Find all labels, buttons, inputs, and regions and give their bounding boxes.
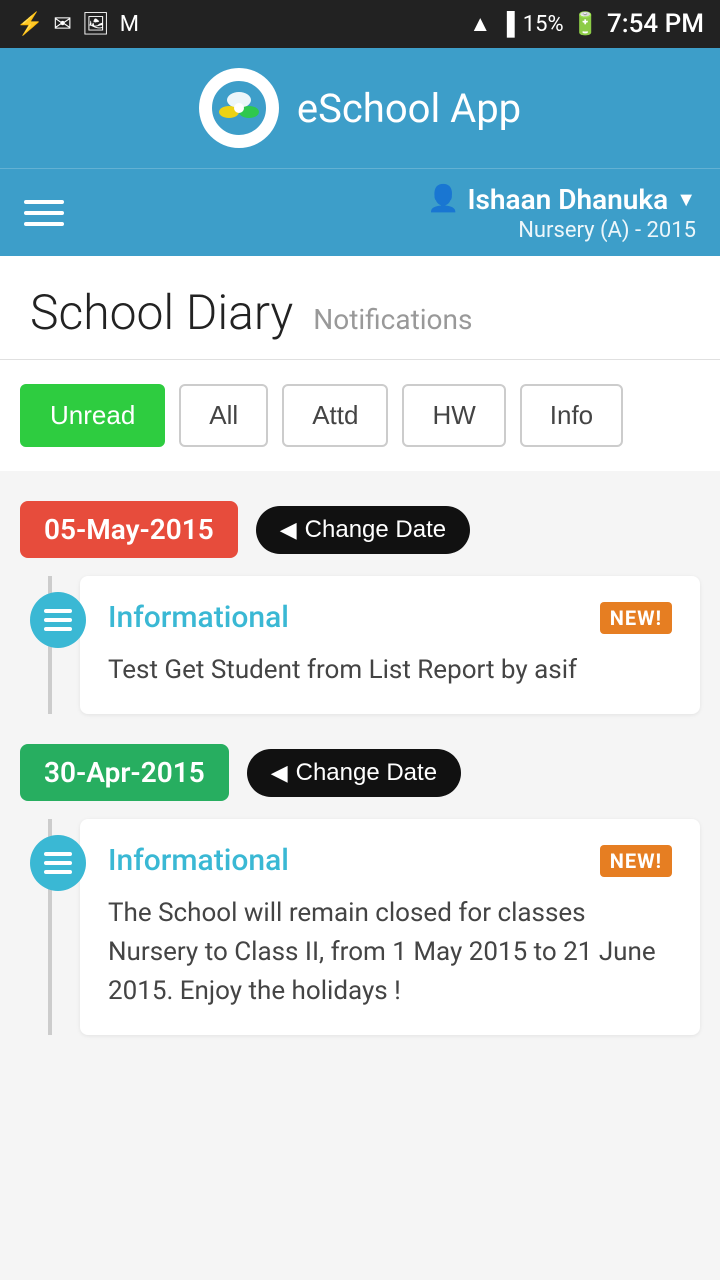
tab-all[interactable]: All	[179, 384, 268, 447]
new-badge-1: NEW!	[600, 602, 672, 634]
change-date-label-1: Change Date	[305, 516, 446, 544]
list-icon-1	[44, 609, 72, 631]
timeline-1: Informational NEW! Test Get Student from…	[20, 576, 700, 714]
user-info[interactable]: 👤 Ishaan Dhanuka ▼ Nursery (A) - 2015	[427, 183, 696, 243]
user-class-text: Nursery (A) - 2015	[427, 218, 696, 243]
user-avatar-icon: 👤	[427, 184, 459, 214]
date-badge-2: 30-Apr-2015	[20, 744, 229, 801]
timeline-icon-1	[30, 592, 86, 648]
signal-icon: ▐	[499, 11, 515, 37]
gmail-icon: M	[120, 12, 139, 37]
card-type-1: Informational	[108, 600, 289, 635]
status-icons-left: ⚡ ✉ 🖼 M	[16, 12, 139, 37]
new-badge-2: NEW!	[600, 845, 672, 877]
timeline-2: Informational NEW! The School will remai…	[20, 819, 700, 1035]
tab-info[interactable]: Info	[520, 384, 623, 447]
page-header: School Diary Notifications	[0, 256, 720, 360]
change-date-label-2: Change Date	[296, 759, 437, 787]
change-date-arrow-icon-2: ◀	[271, 760, 288, 786]
mail-icon: ✉	[53, 12, 71, 37]
change-date-btn-2[interactable]: ◀ Change Date	[247, 749, 461, 797]
diary-card-1: Informational NEW! Test Get Student from…	[80, 576, 700, 714]
page-subtitle: Notifications	[313, 303, 472, 336]
page-title: School Diary	[30, 284, 293, 341]
nav-bar: 👤 Ishaan Dhanuka ▼ Nursery (A) - 2015	[0, 168, 720, 256]
user-name-row: 👤 Ishaan Dhanuka ▼	[427, 183, 696, 216]
logo-icon	[209, 78, 269, 138]
change-date-arrow-icon-1: ◀	[280, 517, 297, 543]
timeline-icon-2	[30, 835, 86, 891]
wifi-icon: ▲	[469, 11, 491, 37]
filter-tabs: Unread All Attd HW Info	[0, 360, 720, 471]
app-header: eSchool App	[0, 48, 720, 168]
date-row-1: 05-May-2015 ◀ Change Date	[20, 501, 700, 558]
timeline-item-1: Informational NEW! Test Get Student from…	[80, 576, 700, 714]
battery-level: 15%	[523, 12, 564, 37]
date-row-2: 30-Apr-2015 ◀ Change Date	[20, 744, 700, 801]
hamburger-menu[interactable]	[24, 200, 64, 226]
content-area: 05-May-2015 ◀ Change Date Informational …	[0, 471, 720, 1085]
tab-hw[interactable]: HW	[402, 384, 505, 447]
card-header-2: Informational NEW!	[108, 843, 672, 878]
usb-icon: ⚡	[16, 12, 43, 37]
status-icons-right: ▲ ▐ 15% 🔋 7:54 PM	[469, 9, 704, 39]
battery-icon: 🔋	[572, 12, 599, 37]
card-header-1: Informational NEW!	[108, 600, 672, 635]
tab-attd[interactable]: Attd	[282, 384, 388, 447]
status-bar: ⚡ ✉ 🖼 M ▲ ▐ 15% 🔋 7:54 PM	[0, 0, 720, 48]
app-title: eSchool App	[297, 85, 521, 132]
image-icon: 🖼	[82, 12, 110, 37]
list-icon-2	[44, 852, 72, 874]
card-body-1: Test Get Student from List Report by asi…	[108, 651, 672, 690]
user-name-text: Ishaan Dhanuka	[467, 183, 668, 216]
tab-unread[interactable]: Unread	[20, 384, 165, 447]
card-type-2: Informational	[108, 843, 289, 878]
change-date-btn-1[interactable]: ◀ Change Date	[256, 506, 470, 554]
date-badge-1: 05-May-2015	[20, 501, 238, 558]
status-time: 7:54 PM	[607, 9, 704, 39]
card-body-2: The School will remain closed for classe…	[108, 894, 672, 1011]
timeline-item-2: Informational NEW! The School will remai…	[80, 819, 700, 1035]
app-logo	[199, 68, 279, 148]
diary-card-2: Informational NEW! The School will remai…	[80, 819, 700, 1035]
dropdown-arrow-icon[interactable]: ▼	[676, 187, 696, 212]
